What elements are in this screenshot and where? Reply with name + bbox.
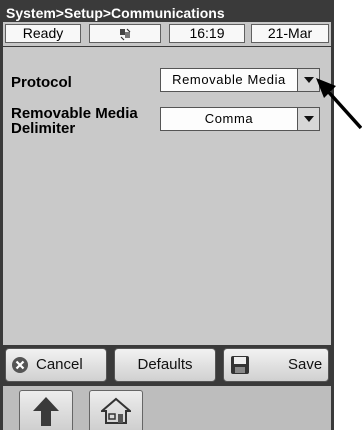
connection-icon [89, 24, 161, 43]
status-state: Ready [5, 24, 81, 43]
home-button[interactable] [89, 390, 143, 430]
save-label: Save [288, 356, 323, 373]
status-bar: Ready 16:19 21-Mar [3, 22, 331, 46]
up-arrow-icon [33, 397, 59, 426]
save-button[interactable]: Save [223, 348, 329, 382]
floppy-disk-icon [231, 356, 249, 374]
protocol-dropdown-button[interactable] [297, 69, 319, 91]
up-button[interactable] [19, 390, 73, 430]
cancel-label: Cancel [36, 356, 83, 373]
defaults-button[interactable]: Defaults [114, 348, 216, 382]
action-bar: Cancel Defaults Save [3, 345, 331, 385]
delimiter-label-line2: Delimiter [11, 120, 76, 137]
delimiter-dropdown-button[interactable] [297, 108, 319, 130]
protocol-value: Removable Media [172, 72, 286, 87]
cancel-button[interactable]: Cancel [5, 348, 107, 382]
status-date: 21-Mar [251, 24, 329, 43]
home-icon [101, 397, 131, 424]
protocol-label: Protocol [11, 74, 72, 91]
delimiter-value: Comma [204, 111, 254, 126]
defaults-label: Defaults [137, 356, 193, 373]
protocol-select[interactable]: Removable Media [160, 68, 320, 92]
delimiter-select[interactable]: Comma [160, 107, 320, 131]
chevron-down-icon [304, 77, 314, 83]
cancel-x-icon [12, 357, 28, 373]
nav-bar [3, 386, 331, 430]
chevron-down-icon [304, 116, 314, 122]
breadcrumb-title: System>Setup>Communications [6, 5, 225, 21]
status-time: 16:19 [169, 24, 245, 43]
device-frame: System>Setup>Communications Ready 16:19 … [0, 0, 334, 430]
settings-panel: Protocol Removable Media Removable Media… [3, 47, 331, 345]
